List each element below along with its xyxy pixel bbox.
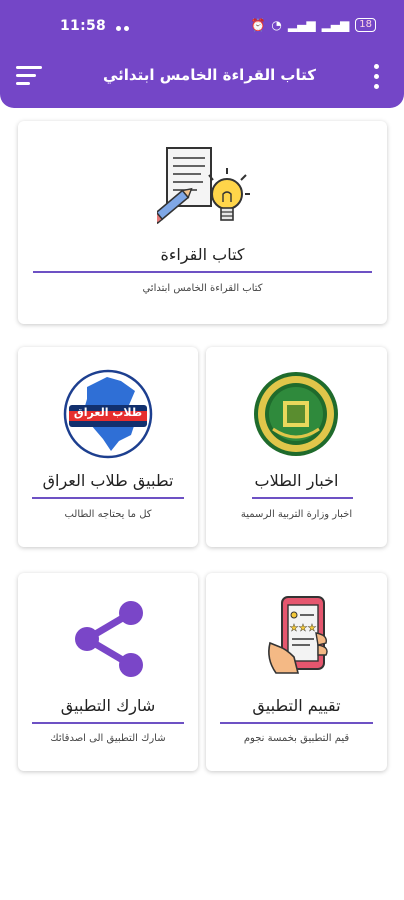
menu-icon[interactable] xyxy=(16,66,44,86)
card-iraq-students-app[interactable]: طلاب العراق تطبيق طلاب العراق كل ما يحتا… xyxy=(18,347,198,547)
status-bar: 11:58 ⏰ ◔ ▂▄▆ ▂▄▆ 18 xyxy=(0,17,404,41)
card-title: شارك التطبيق xyxy=(60,696,156,715)
card-subtitle: كتاب القراءة الخامس ابتدائي xyxy=(142,283,263,294)
card-reading-book[interactable]: كتاب القراءة كتاب القراءة الخامس ابتدائي xyxy=(18,121,387,324)
card-subtitle: قيم التطبيق بخمسة نجوم xyxy=(243,733,350,744)
card-title: تطبيق طلاب العراق xyxy=(42,471,174,490)
share-icon xyxy=(75,601,143,677)
card-student-news[interactable]: اخبار الطلاب اخبار وزارة التربية الرسمية xyxy=(206,347,387,547)
app-bar: 11:58 ⏰ ◔ ▂▄▆ ▂▄▆ 18 كتاب القراءة الخامس… xyxy=(0,0,404,108)
card-share-app[interactable]: شارك التطبيق شارك التطبيق الى اصدقائك xyxy=(18,573,198,771)
alarm-icon: ⏰ xyxy=(250,18,266,32)
battery-icon: 18 xyxy=(355,18,376,32)
divider xyxy=(32,497,184,499)
card-subtitle: اخبار وزارة التربية الرسمية xyxy=(240,509,353,520)
wifi-icon: ◔ xyxy=(271,18,282,32)
card-title: اخبار الطلاب xyxy=(254,471,339,490)
card-title: تقييم التطبيق xyxy=(252,696,341,715)
card-title: كتاب القراءة xyxy=(160,245,245,264)
divider xyxy=(33,271,372,273)
book-idea-icon xyxy=(157,147,250,225)
page-title: كتاب القراءة الخامس ابتدائي xyxy=(102,66,316,84)
logo-text: طلاب العراق xyxy=(73,406,143,419)
notification-dots-icon xyxy=(116,26,121,31)
svg-text:★★★: ★★★ xyxy=(290,623,317,634)
signal-icon: ▂▄▆ xyxy=(287,18,316,32)
system-icons: ⏰ ◔ ▂▄▆ ▂▄▆ 18 xyxy=(250,18,376,32)
divider xyxy=(220,722,373,724)
signal-icon-2: ▂▄▆ xyxy=(321,18,350,32)
card-subtitle: شارك التطبيق الى اصدقائك xyxy=(50,733,166,744)
more-options-icon[interactable] xyxy=(372,64,382,90)
divider xyxy=(32,722,184,724)
card-subtitle: كل ما يحتاجه الطالب xyxy=(64,509,152,520)
status-time: 11:58 xyxy=(60,18,107,34)
divider xyxy=(252,497,353,499)
rating-phone-icon: ★★★ xyxy=(268,596,328,674)
card-rate-app[interactable]: ★★★ تقييم التطبيق قيم التطبيق بخمسة نجوم xyxy=(206,573,387,771)
ministry-seal-icon xyxy=(254,372,338,456)
toolbar: كتاب القراءة الخامس ابتدائي xyxy=(0,58,404,94)
